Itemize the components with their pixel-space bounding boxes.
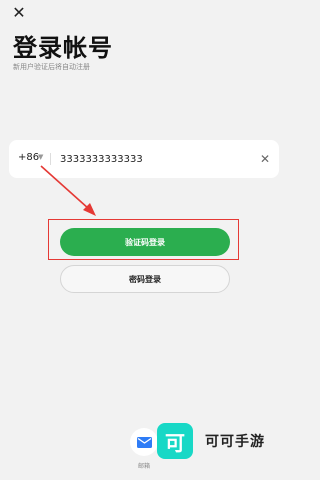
phone-input-card: +86 ▼ ✕	[9, 140, 279, 178]
phone-number-input[interactable]	[60, 150, 240, 168]
mail-icon[interactable]	[130, 428, 158, 456]
watermark-text: 可可手游	[205, 434, 265, 450]
email-login-option[interactable]: 邮箱	[128, 428, 160, 476]
country-code-selector[interactable]: +86	[18, 152, 39, 163]
chevron-down-icon[interactable]: ▼	[38, 153, 43, 161]
page-subtitle: 新用户验证后将自动注册	[13, 63, 90, 71]
close-icon[interactable]: ✕	[12, 3, 25, 22]
sms-code-login-button[interactable]: 验证码登录	[60, 228, 230, 256]
password-login-button[interactable]: 密码登录	[60, 265, 230, 293]
email-label: 邮箱	[137, 463, 150, 470]
close-button[interactable]: ✕	[10, 4, 28, 22]
clear-icon[interactable]: ✕	[260, 150, 270, 168]
watermark: 可 可可手游	[157, 419, 279, 463]
page-title: 登录帐号	[13, 34, 113, 62]
divider	[50, 153, 51, 165]
watermark-logo: 可	[157, 423, 193, 459]
